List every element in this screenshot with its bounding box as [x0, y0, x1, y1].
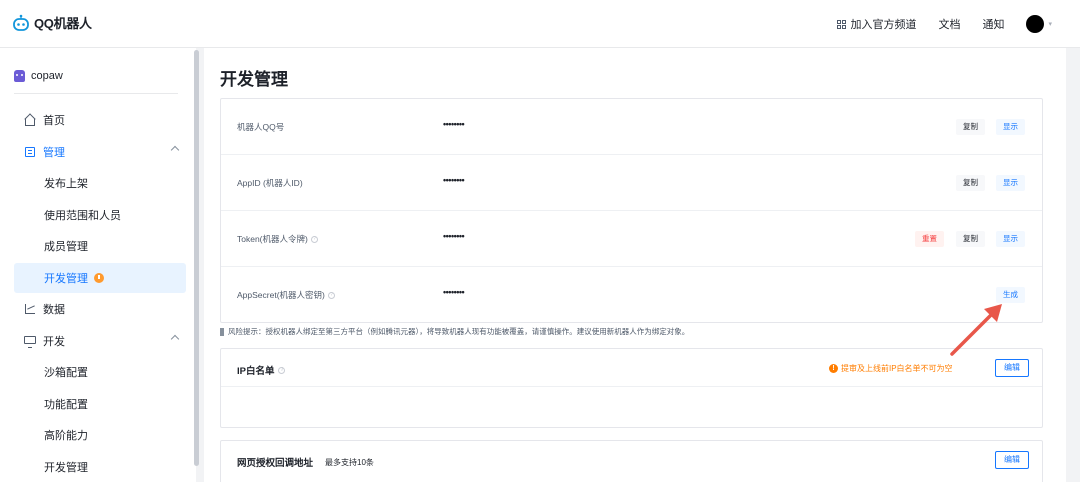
credential-label: Token(机器人令牌) ? — [237, 233, 318, 245]
risk-note: 风险提示：授权机器人绑定至第三方平台（例如腾讯元器），将导致机器人现有功能被覆盖… — [220, 326, 689, 337]
help-icon[interactable]: ? — [278, 366, 286, 374]
chevron-down-icon[interactable]: ▾ — [1048, 20, 1052, 28]
chevron-up-icon — [170, 334, 180, 344]
sidebar-item-label: 使用范围和人员 — [44, 210, 121, 222]
sidebar-item-label: 开发管理 — [44, 462, 88, 474]
credential-label-text: AppID (机器人ID) — [237, 178, 303, 188]
sidebar-item-home[interactable]: 首页 — [14, 105, 186, 135]
sidebar-item-devmanage2[interactable]: 开发管理 — [14, 452, 186, 482]
avatar[interactable] — [1026, 15, 1045, 33]
notify-link[interactable]: 通知 — [982, 16, 1004, 32]
show-button[interactable]: 显示 — [996, 119, 1025, 135]
sidebar-item-manage[interactable]: 管理 — [14, 137, 186, 167]
credentials-card: 机器人QQ号 •••••••• 复制 显示 AppID (机器人ID) ••••… — [220, 98, 1043, 323]
sidebar-item-advanced[interactable]: 高阶能力 — [14, 420, 186, 450]
credential-value: •••••••• — [443, 287, 465, 297]
bot-selector[interactable]: copaw — [14, 70, 63, 82]
bot-name-label: copaw — [31, 70, 63, 82]
edit-web-callback-button[interactable]: 编辑 — [995, 451, 1029, 469]
annotation-arrow-icon — [950, 304, 1002, 356]
join-channel-link[interactable]: 加入官方频道 — [837, 16, 916, 32]
main-content: 开发管理 机器人QQ号 •••••••• 复制 显示 AppID (机器人ID)… — [204, 48, 1066, 482]
chevron-up-icon — [170, 145, 180, 155]
credential-row-qq: 机器人QQ号 •••••••• 复制 显示 — [221, 99, 1042, 155]
show-button[interactable]: 显示 — [996, 231, 1025, 247]
risk-bar-icon — [220, 327, 224, 336]
credential-label: AppSecret(机器人密钥) ? — [237, 289, 335, 301]
ip-whitelist-warning: ! 提审及上线前IP白名单不可为空 — [829, 363, 953, 374]
sidebar-item-data[interactable]: 数据 — [14, 294, 186, 324]
sidebar: copaw 首页 管理 发布上架 使用范围和人员 成员管理 开发管理 数据 开发… — [0, 48, 196, 482]
sidebar-item-devmanage[interactable]: 开发管理 — [14, 263, 186, 293]
credential-label: AppID (机器人ID) — [237, 177, 303, 189]
credential-label: 机器人QQ号 — [237, 121, 284, 133]
sidebar-scrollbar[interactable] — [194, 50, 199, 466]
main-scrollbar[interactable] — [1068, 48, 1080, 482]
sidebar-item-label: 沙箱配置 — [44, 367, 88, 379]
robot-logo-icon — [13, 14, 29, 31]
help-icon[interactable]: ? — [310, 235, 318, 243]
sidebar-item-dev[interactable]: 开发 — [14, 326, 186, 356]
sidebar-item-label: 首页 — [43, 115, 65, 127]
ip-whitelist-title-text: IP白名单 — [237, 366, 275, 377]
document-icon — [24, 146, 36, 158]
ip-whitelist-title: IP白名单 ? — [237, 363, 286, 377]
web-callback-card: 网页授权回调地址 最多支持10条 编辑 — [220, 440, 1043, 482]
sidebar-item-feature[interactable]: 功能配置 — [14, 389, 186, 419]
chart-icon — [24, 303, 36, 315]
top-actions: 加入官方频道 文档 通知 ▾ — [815, 0, 1052, 48]
sidebar-item-label: 管理 — [43, 147, 65, 159]
sidebar-item-scope[interactable]: 使用范围和人员 — [14, 200, 186, 230]
copy-button[interactable]: 复制 — [956, 231, 985, 247]
sidebar-item-label: 高阶能力 — [44, 430, 88, 442]
credential-row-token: Token(机器人令牌) ? •••••••• 重置 复制 显示 — [221, 211, 1042, 267]
copy-button[interactable]: 复制 — [956, 119, 985, 135]
divider — [14, 93, 178, 94]
sidebar-item-label: 发布上架 — [44, 178, 88, 190]
credential-value: •••••••• — [443, 119, 465, 129]
credential-label-text: Token(机器人令牌) — [237, 234, 308, 244]
page-title: 开发管理 — [220, 70, 288, 89]
bot-avatar-icon — [14, 70, 25, 82]
credential-value: •••••••• — [443, 175, 465, 185]
sidebar-item-label: 开发 — [43, 336, 65, 348]
credential-row-appsecret: AppSecret(机器人密钥) ? •••••••• 生成 — [221, 267, 1042, 323]
warning-icon: ! — [829, 364, 838, 373]
credential-label-text: 机器人QQ号 — [237, 122, 285, 132]
help-icon[interactable]: ? — [327, 291, 335, 299]
copy-button[interactable]: 复制 — [956, 175, 985, 191]
sidebar-item-label: 功能配置 — [44, 399, 88, 411]
grid-icon — [837, 19, 847, 29]
ip-whitelist-warning-text: 提审及上线前IP白名单不可为空 — [841, 364, 953, 373]
credential-value: •••••••• — [443, 231, 465, 241]
ip-whitelist-header: IP白名单 ? ! 提审及上线前IP白名单不可为空 编辑 — [221, 349, 1042, 387]
sidebar-item-publish[interactable]: 发布上架 — [14, 168, 186, 198]
sidebar-item-label: 数据 — [43, 304, 65, 316]
join-channel-label: 加入官方频道 — [850, 19, 917, 31]
home-icon — [24, 113, 36, 126]
show-button[interactable]: 显示 — [996, 175, 1025, 191]
web-callback-sub: 最多支持10条 — [325, 457, 374, 467]
risk-note-text: 风险提示：授权机器人绑定至第三方平台（例如腾讯元器），将导致机器人现有功能被覆盖… — [228, 327, 690, 336]
sidebar-item-sandbox[interactable]: 沙箱配置 — [14, 357, 186, 387]
top-bar: QQ机器人 加入官方频道 文档 通知 ▾ — [0, 0, 1080, 48]
monitor-icon — [24, 335, 36, 348]
logo[interactable]: QQ机器人 — [12, 13, 92, 32]
sidebar-item-label: 成员管理 — [44, 241, 88, 253]
ip-whitelist-card: IP白名单 ? ! 提审及上线前IP白名单不可为空 编辑 — [220, 348, 1043, 428]
credential-row-appid: AppID (机器人ID) •••••••• 复制 显示 — [221, 155, 1042, 211]
web-callback-title-text: 网页授权回调地址 — [237, 458, 314, 469]
logo-text: QQ机器人 — [34, 16, 92, 31]
credential-label-text: AppSecret(机器人密钥) — [237, 290, 325, 300]
sidebar-item-members[interactable]: 成员管理 — [14, 231, 186, 261]
docs-link[interactable]: 文档 — [938, 16, 960, 32]
web-callback-title: 网页授权回调地址 最多支持10条 — [237, 455, 374, 470]
sidebar-item-label: 开发管理 — [44, 273, 88, 285]
reset-button[interactable]: 重置 — [915, 231, 944, 247]
warning-badge-icon — [94, 273, 104, 283]
